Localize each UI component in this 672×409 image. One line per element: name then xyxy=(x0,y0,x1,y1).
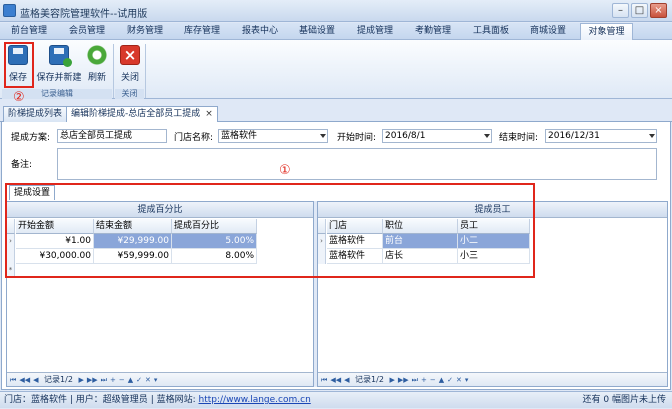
status-store: 门店：蓝格软件 xyxy=(4,395,68,405)
add-icon[interactable]: + xyxy=(110,373,116,387)
delete-icon[interactable]: − xyxy=(119,373,125,387)
cancel-icon[interactable]: ✕ xyxy=(456,373,462,387)
menu-tools[interactable]: 工具面板 xyxy=(466,23,516,40)
right-record-count: 记录1/2 xyxy=(355,375,384,384)
filter-icon[interactable]: ▾ xyxy=(465,373,469,387)
status-site-label: 蓝格网站: xyxy=(156,395,196,405)
menu-mall-settings[interactable]: 商城设置 xyxy=(523,23,573,40)
menu-reports[interactable]: 报表中心 xyxy=(235,23,285,40)
next-page-icon[interactable]: ▶▶ xyxy=(398,373,409,387)
status-user: 用户：超级管理员 xyxy=(75,395,148,405)
end-date-label: 结束时间: xyxy=(499,133,539,143)
title-bar: 蓝格美容院管理软件--试用版 – □ × xyxy=(0,0,672,22)
right-grid-navigator: ⏮ ◀◀ ◀ 记录1/2 ▶ ▶▶ ⏭ + − ▲ ✓ ✕ ▾ xyxy=(318,372,667,386)
next-page-icon[interactable]: ▶▶ xyxy=(87,373,98,387)
menu-attendance[interactable]: 考勤管理 xyxy=(408,23,458,40)
menu-finance[interactable]: 财务管理 xyxy=(120,23,170,40)
close-icon: × xyxy=(120,45,140,65)
edit-icon[interactable]: ▲ xyxy=(439,373,444,387)
edit-form: 提成方案: 总店全部员工提成 门店名称: 蓝格软件 开始时间: 2016/8/1… xyxy=(1,122,671,390)
note-label: 备注: xyxy=(11,160,33,170)
confirm-icon[interactable]: ✓ xyxy=(447,373,453,387)
refresh-button[interactable]: 刷新 xyxy=(85,43,109,87)
tab-tier-commission-list[interactable]: 阶梯提成列表 xyxy=(3,106,68,122)
start-date-value: 2016/8/1 xyxy=(385,131,426,141)
next-record-icon[interactable]: ▶ xyxy=(389,373,394,387)
minimize-button[interactable]: – xyxy=(612,3,629,18)
chevron-down-icon xyxy=(484,134,490,138)
annotation-number-2: ② xyxy=(13,90,25,105)
left-record-count: 记录1/2 xyxy=(44,375,73,384)
refresh-label: 刷新 xyxy=(87,73,106,83)
status-upload-info: 还有 0 幅图片未上传 xyxy=(582,395,666,405)
save-and-new-button[interactable]: 保存并新建 xyxy=(35,43,83,87)
menu-commission[interactable]: 提成管理 xyxy=(350,23,400,40)
menu-front-desk[interactable]: 前台管理 xyxy=(4,23,54,40)
next-record-icon[interactable]: ▶ xyxy=(78,373,83,387)
tab-edit-label: 编辑阶梯提成-总店全部员工提成 xyxy=(71,109,201,119)
edit-icon[interactable]: ▲ xyxy=(128,373,133,387)
website-link[interactable]: http://www.lange.com.cn xyxy=(199,395,311,405)
group-separator xyxy=(113,44,114,98)
delete-icon[interactable]: − xyxy=(430,373,436,387)
refresh-icon xyxy=(87,45,107,65)
close-window-button[interactable]: × xyxy=(650,3,667,18)
last-record-icon[interactable]: ⏭ xyxy=(101,373,107,387)
chevron-down-icon xyxy=(649,134,655,138)
menu-bar: 前台管理 会员管理 财务管理 库存管理 报表中心 基础设置 提成管理 考勤管理 … xyxy=(0,23,672,41)
save-new-label: 保存并新建 xyxy=(36,73,82,83)
close-button[interactable]: × 关闭 xyxy=(117,43,143,87)
add-icon[interactable]: + xyxy=(421,373,427,387)
store-select[interactable]: 蓝格软件 xyxy=(218,129,328,143)
end-date-picker[interactable]: 2016/12/31 xyxy=(545,129,657,143)
prev-record-icon[interactable]: ◀ xyxy=(344,373,349,387)
close-label: 关闭 xyxy=(120,73,139,83)
menu-basic-settings[interactable]: 基础设置 xyxy=(292,23,342,40)
first-record-icon[interactable]: ⏮ xyxy=(321,373,327,387)
filter-icon[interactable]: ▾ xyxy=(154,373,158,387)
store-label: 门店名称: xyxy=(174,133,214,143)
menu-members[interactable]: 会员管理 xyxy=(62,23,112,40)
group-label-close: 关闭 xyxy=(115,89,144,99)
ribbon-toolbar: 保存 保存并新建 刷新 × 关闭 记录编辑 关闭 xyxy=(0,40,672,99)
first-record-icon[interactable]: ⏮ xyxy=(10,373,16,387)
start-date-label: 开始时间: xyxy=(337,133,377,143)
group-separator xyxy=(145,44,146,98)
end-date-value: 2016/12/31 xyxy=(548,131,600,141)
last-record-icon[interactable]: ⏭ xyxy=(412,373,418,387)
store-select-value: 蓝格软件 xyxy=(221,131,258,141)
chevron-down-icon xyxy=(320,134,326,138)
menu-inventory[interactable]: 库存管理 xyxy=(177,23,227,40)
plan-label: 提成方案: xyxy=(11,133,51,143)
annotation-number-1: ① xyxy=(279,163,291,178)
left-grid-navigator: ⏮ ◀◀ ◀ 记录1/2 ▶ ▶▶ ⏭ + − ▲ ✓ ✕ ▾ xyxy=(7,372,313,386)
plan-input[interactable]: 总店全部员工提成 xyxy=(57,129,167,143)
annotation-box-save xyxy=(4,42,34,88)
window-title: 蓝格美容院管理软件--试用版 xyxy=(20,9,148,20)
prev-record-icon[interactable]: ◀ xyxy=(33,373,38,387)
prev-page-icon[interactable]: ◀◀ xyxy=(330,373,341,387)
start-date-picker[interactable]: 2016/8/1 xyxy=(382,129,492,143)
app-icon xyxy=(3,4,16,17)
prev-page-icon[interactable]: ◀◀ xyxy=(19,373,30,387)
maximize-button[interactable]: □ xyxy=(631,3,648,18)
document-tabbar: 阶梯提成列表 编辑阶梯提成-总店全部员工提成 × xyxy=(0,104,672,123)
status-bar: 门店：蓝格软件 | 用户：超级管理员 | 蓝格网站: http://www.la… xyxy=(0,391,672,408)
tab-edit-tier-commission[interactable]: 编辑阶梯提成-总店全部员工提成 × xyxy=(66,106,218,123)
confirm-icon[interactable]: ✓ xyxy=(136,373,142,387)
cancel-icon[interactable]: ✕ xyxy=(145,373,151,387)
tab-close-icon[interactable]: × xyxy=(205,109,213,119)
save-new-icon xyxy=(49,45,72,67)
note-textarea[interactable] xyxy=(57,148,657,180)
menu-object-management[interactable]: 对象管理 xyxy=(580,23,633,41)
annotation-box-grids xyxy=(5,183,535,278)
